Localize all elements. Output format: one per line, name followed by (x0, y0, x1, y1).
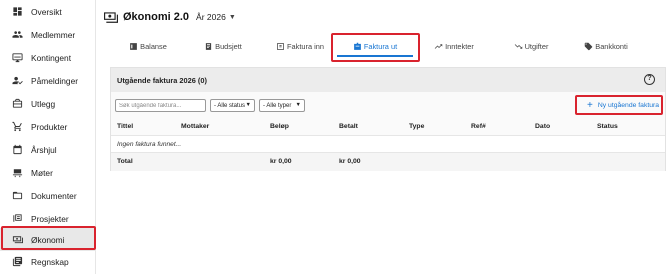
column-header[interactable]: Betalt (339, 123, 358, 130)
sidebar-item-produkter[interactable]: Produkter (0, 115, 96, 138)
sidebar-item-arshjul[interactable]: Årshjul (0, 138, 96, 161)
sidebar-item-label: Dokumenter (31, 190, 77, 201)
tab-inntekter[interactable]: Inntekter (430, 36, 478, 56)
total-amount: kr 0,00 (270, 158, 292, 165)
person-check-icon (11, 75, 23, 87)
tab-label: Budsjett (215, 41, 242, 51)
chevron-down-icon: ▼ (245, 102, 251, 108)
trend-up-icon (434, 43, 443, 49)
tab-bankkonti[interactable]: Bankkonti (582, 36, 630, 56)
sidebar-item-label: Prosjekter (31, 213, 69, 224)
tag-icon (585, 42, 593, 50)
money-icon (104, 11, 118, 23)
tab-label: Inntekter (445, 41, 474, 51)
add-button-label: Ny utgående faktura (597, 102, 660, 109)
sidebar-item-medlemmer[interactable]: Medlemmer (0, 23, 96, 46)
column-header[interactable]: Beløp (270, 123, 289, 130)
sidebar-item-label: Regnskap (31, 256, 69, 267)
tab-label: Utgifter (524, 41, 549, 51)
invoice-out-icon (353, 42, 361, 50)
sidebar-item-label: Oversikt (31, 6, 62, 17)
cart-icon (11, 121, 23, 133)
page-header: Økonomi 2.0 År 2026 ▼ (104, 9, 236, 25)
empty-message: Ingen faktura funnet... (117, 141, 182, 148)
chevron-down-icon: ▼ (295, 102, 301, 108)
sidebar-item-label: Årshjul (31, 144, 57, 155)
folder-icon (11, 190, 23, 202)
sidebar-item-label: Økonomi (31, 234, 65, 245)
sidebar-item-label: Utlegg (31, 98, 56, 109)
sidebar-item-oversikt[interactable]: Oversikt (0, 0, 96, 23)
sidebar-item-okonomi[interactable]: Økonomi (0, 228, 96, 251)
table-row-total: Total kr 0,00 kr 0,00 (111, 153, 665, 171)
add-outgoing-invoice-button[interactable]: + Ny utgående faktura (581, 98, 661, 113)
wallet-icon (11, 98, 23, 110)
meeting-icon (11, 167, 23, 179)
sidebar-item-regnskap[interactable]: Regnskap (0, 250, 96, 273)
plus-icon: + (587, 99, 593, 111)
column-header[interactable]: Mottaker (181, 123, 209, 130)
help-icon[interactable]: ? (644, 74, 655, 85)
year-label: År 2026 (196, 12, 226, 22)
tab-faktura-inn[interactable]: Faktura inn (270, 36, 330, 56)
money-icon (11, 234, 23, 246)
monitor-icon (11, 52, 23, 64)
table-row-empty: Ingen faktura funnet... (111, 135, 665, 153)
calendar-icon (11, 144, 23, 156)
sidebar-item-pameldinger[interactable]: Påmeldinger (0, 69, 96, 92)
active-tab-indicator (337, 55, 413, 57)
tab-utgifter[interactable]: Utgifter (508, 36, 554, 56)
sidebar-item-label: Medlemmer (31, 29, 76, 40)
search-input[interactable] (115, 99, 206, 112)
column-header[interactable]: Tittel (117, 123, 133, 130)
invoice-in-icon (277, 42, 284, 50)
trend-down-icon (514, 43, 522, 49)
invoice-panel: Utgående faktura 2026 (0) ? - Alle statu… (110, 67, 666, 171)
sidebar-item-label: Påmeldinger (31, 75, 79, 86)
type-filter-value: - Alle typer (263, 102, 292, 109)
tab-budsjett[interactable]: Budsjett (198, 36, 248, 56)
budget-icon (206, 42, 212, 50)
year-selector[interactable]: År 2026 ▼ (196, 12, 236, 22)
column-header[interactable]: Type (409, 123, 424, 130)
column-header[interactable]: Ref# (471, 123, 486, 130)
tab-label: Balanse (140, 41, 167, 51)
sidebar-item-moter[interactable]: Møter (0, 161, 96, 184)
people-icon (11, 29, 23, 41)
status-filter-value: - Alle status (214, 102, 246, 109)
column-header[interactable]: Status (597, 123, 618, 130)
tab-label: Faktura inn (287, 41, 324, 51)
total-label: Total (117, 158, 133, 165)
total-paid: kr 0,00 (339, 158, 361, 165)
sidebar-item-prosjekter[interactable]: Prosjekter (0, 207, 96, 230)
ledger-icon (11, 256, 23, 268)
tab-balanse[interactable]: Balanse (124, 36, 172, 56)
tab-faktura-ut[interactable]: Faktura ut (337, 36, 413, 56)
sidebar-item-utlegg[interactable]: Utlegg (0, 92, 96, 115)
sidebar-item-label: Produkter (31, 121, 68, 132)
caret-down-icon: ▼ (228, 13, 236, 21)
balance-icon (130, 42, 138, 50)
tab-label: Faktura ut (363, 41, 398, 51)
table-header: Tittel Mottaker Beløp Betalt Type Ref# D… (111, 119, 665, 135)
sidebar-item-label: Møter (31, 167, 53, 178)
status-filter-select[interactable]: - Alle status ▼ (210, 99, 255, 112)
sidebar-item-label: Kontingent (31, 52, 72, 63)
type-filter-select[interactable]: - Alle typer ▼ (259, 99, 305, 112)
panel-title: Utgående faktura 2026 (0) (117, 76, 207, 85)
layers-icon (11, 213, 23, 225)
tab-label: Bankkonti (595, 41, 628, 51)
sidebar-item-dokumenter[interactable]: Dokumenter (0, 184, 96, 207)
sidebar-item-kontingent[interactable]: Kontingent (0, 46, 96, 69)
page-title: Økonomi 2.0 (123, 11, 190, 23)
sidebar: Oversikt Medlemmer Kontingent Påmeldinge… (0, 0, 96, 274)
dashboard-icon (11, 6, 23, 18)
column-header[interactable]: Dato (535, 123, 550, 130)
